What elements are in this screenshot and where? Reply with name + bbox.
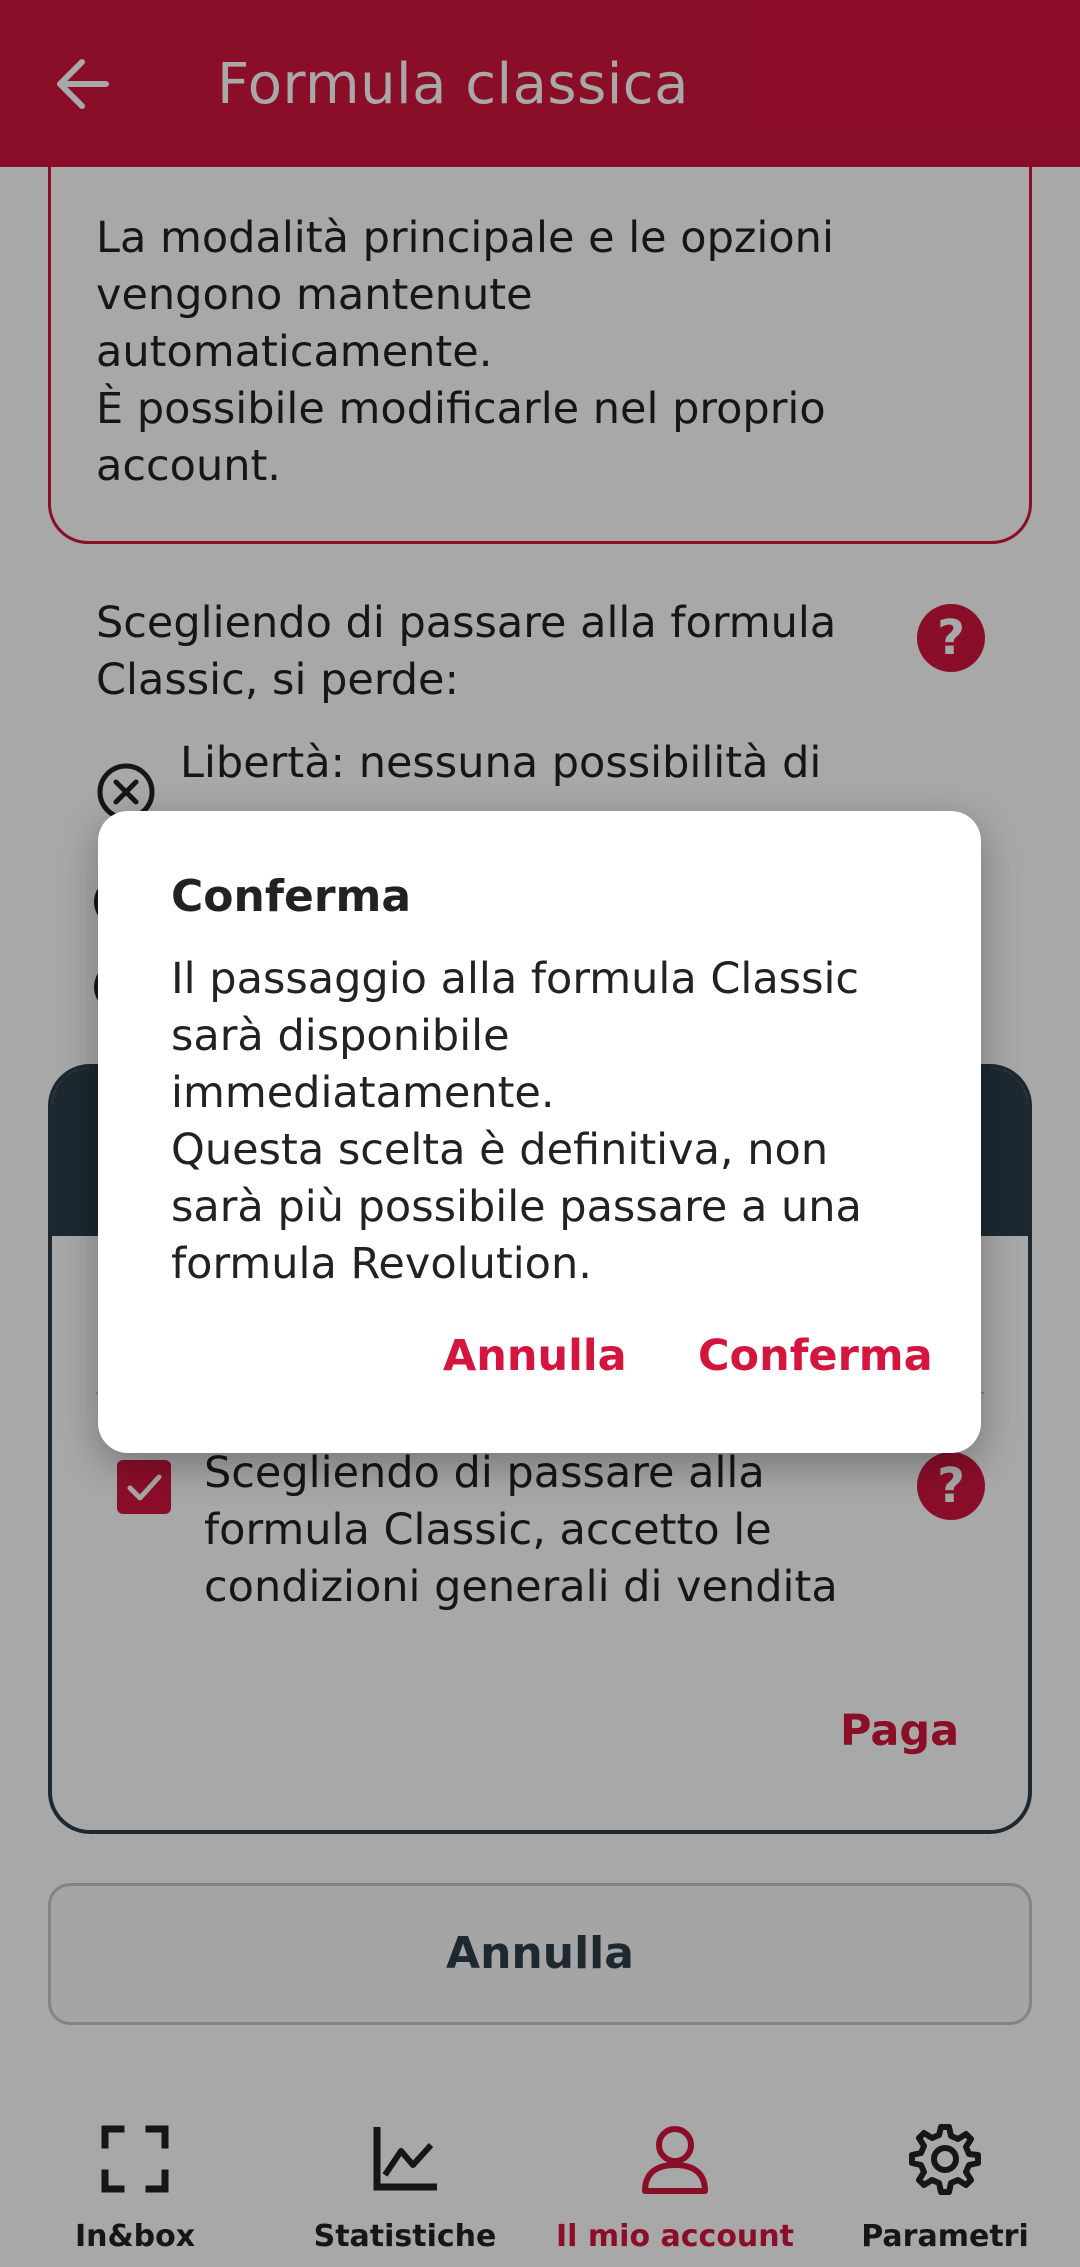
dialog-cancel-button[interactable]: Annulla <box>443 1331 627 1381</box>
confirm-dialog: Conferma Il passaggio alla formula Class… <box>98 811 981 1453</box>
dialog-confirm-button[interactable]: Conferma <box>698 1331 933 1381</box>
dialog-title: Conferma <box>171 871 412 922</box>
dialog-message: Il passaggio alla formula Classic sarà d… <box>171 954 862 1289</box>
